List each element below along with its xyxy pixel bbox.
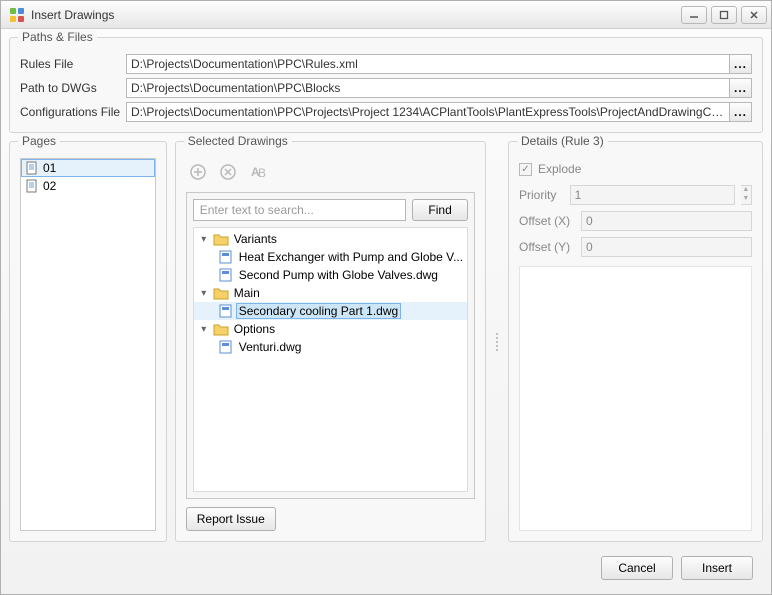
details-groupbox: Details (Rule 3) ✓ Explode Priority ▲▼ O… [508,141,763,542]
app-icon [9,7,25,23]
tree-file[interactable]: Venturi.dwg [194,338,467,356]
tree-folder-variants[interactable]: ▾ Variants [194,230,467,248]
priority-label: Priority [519,188,564,202]
offset-y-input [581,237,752,257]
path-to-dwgs-browse-button[interactable]: ... [730,78,752,98]
pages-list-item[interactable]: 01 [21,159,155,177]
tree-folder-label: Options [232,322,277,336]
tree-file-label: Secondary cooling Part 1.dwg [237,304,400,318]
path-to-dwgs-input[interactable] [126,78,730,98]
tree-file-label: Venturi.dwg [237,340,304,354]
explode-checkbox[interactable]: ✓ [519,163,532,176]
drawings-tree[interactable]: ▾ Variants Heat Exchanger with Pump and … [193,227,468,492]
tree-file[interactable]: Heat Exchanger with Pump and Globe V... [194,248,467,266]
configurations-file-label: Configurations File [20,105,120,119]
search-input[interactable] [193,199,406,221]
tree-file[interactable]: Second Pump with Globe Valves.dwg [194,266,467,284]
dwg-file-icon [218,340,234,354]
folder-icon [213,286,229,300]
insert-button[interactable]: Insert [681,556,753,580]
tree-folder-label: Variants [232,232,279,246]
window-title: Insert Drawings [31,8,681,22]
priority-input [570,185,735,205]
close-button[interactable] [741,6,767,24]
paths-legend: Paths & Files [18,30,97,44]
dialog-body: Paths & Files Rules File ... Path to DWG… [1,29,771,594]
splitter[interactable] [494,141,500,542]
add-button[interactable] [186,160,210,184]
collapse-icon[interactable]: ▾ [198,234,210,245]
dialog-footer: Cancel Insert [9,550,763,586]
tree-file-label: Second Pump with Globe Valves.dwg [237,268,440,282]
tree-file-label: Heat Exchanger with Pump and Globe V... [237,250,465,264]
pages-list-item-label: 02 [43,179,56,193]
rules-file-browse-button[interactable]: ... [730,54,752,74]
svg-text:B: B [258,166,266,180]
page-icon [25,179,39,193]
find-button[interactable]: Find [412,199,468,221]
remove-button[interactable] [216,160,240,184]
configurations-file-input[interactable] [126,102,730,122]
folder-icon [213,322,229,336]
details-preview-area [519,266,752,531]
selected-drawings-toolbar: AB [186,158,475,186]
page-icon [25,161,39,175]
pages-list[interactable]: 01 02 [20,158,156,531]
rules-file-input[interactable] [126,54,730,74]
paths-groupbox: Paths & Files Rules File ... Path to DWG… [9,37,763,133]
main-columns: Pages 01 02 Selected [9,141,763,542]
maximize-button[interactable] [711,6,737,24]
tree-folder-options[interactable]: ▾ Options [194,320,467,338]
configurations-file-browse-button[interactable]: ... [730,102,752,122]
offset-y-label: Offset (Y) [519,240,575,254]
pages-list-item-label: 01 [43,161,56,175]
collapse-icon[interactable]: ▾ [198,288,210,299]
insert-drawings-window: Insert Drawings Paths & Files Rules File… [0,0,772,595]
offset-x-label: Offset (X) [519,214,575,228]
offset-x-input [581,211,752,231]
path-to-dwgs-label: Path to DWGs [20,81,120,95]
minimize-button[interactable] [681,6,707,24]
dwg-file-icon [218,268,234,282]
rules-file-label: Rules File [20,57,120,71]
selected-drawings-groupbox: Selected Drawings AB Find [175,141,486,542]
window-buttons [681,6,767,24]
collapse-icon[interactable]: ▾ [198,324,210,335]
dwg-file-icon [218,250,234,264]
details-legend: Details (Rule 3) [517,134,608,148]
dwg-file-icon [218,304,234,318]
pages-legend: Pages [18,134,60,148]
priority-spinner: ▲▼ [741,185,752,205]
pages-groupbox: Pages 01 02 [9,141,167,542]
pages-list-item[interactable]: 02 [21,177,155,195]
selected-drawings-legend: Selected Drawings [184,134,292,148]
explode-label: Explode [538,162,581,176]
folder-icon [213,232,229,246]
tree-folder-main[interactable]: ▾ Main [194,284,467,302]
titlebar: Insert Drawings [1,1,771,29]
report-issue-button[interactable]: Report Issue [186,507,276,531]
cancel-button[interactable]: Cancel [601,556,673,580]
rename-button[interactable]: AB [246,160,270,184]
tree-file[interactable]: Secondary cooling Part 1.dwg [194,302,467,320]
tree-folder-label: Main [232,286,262,300]
